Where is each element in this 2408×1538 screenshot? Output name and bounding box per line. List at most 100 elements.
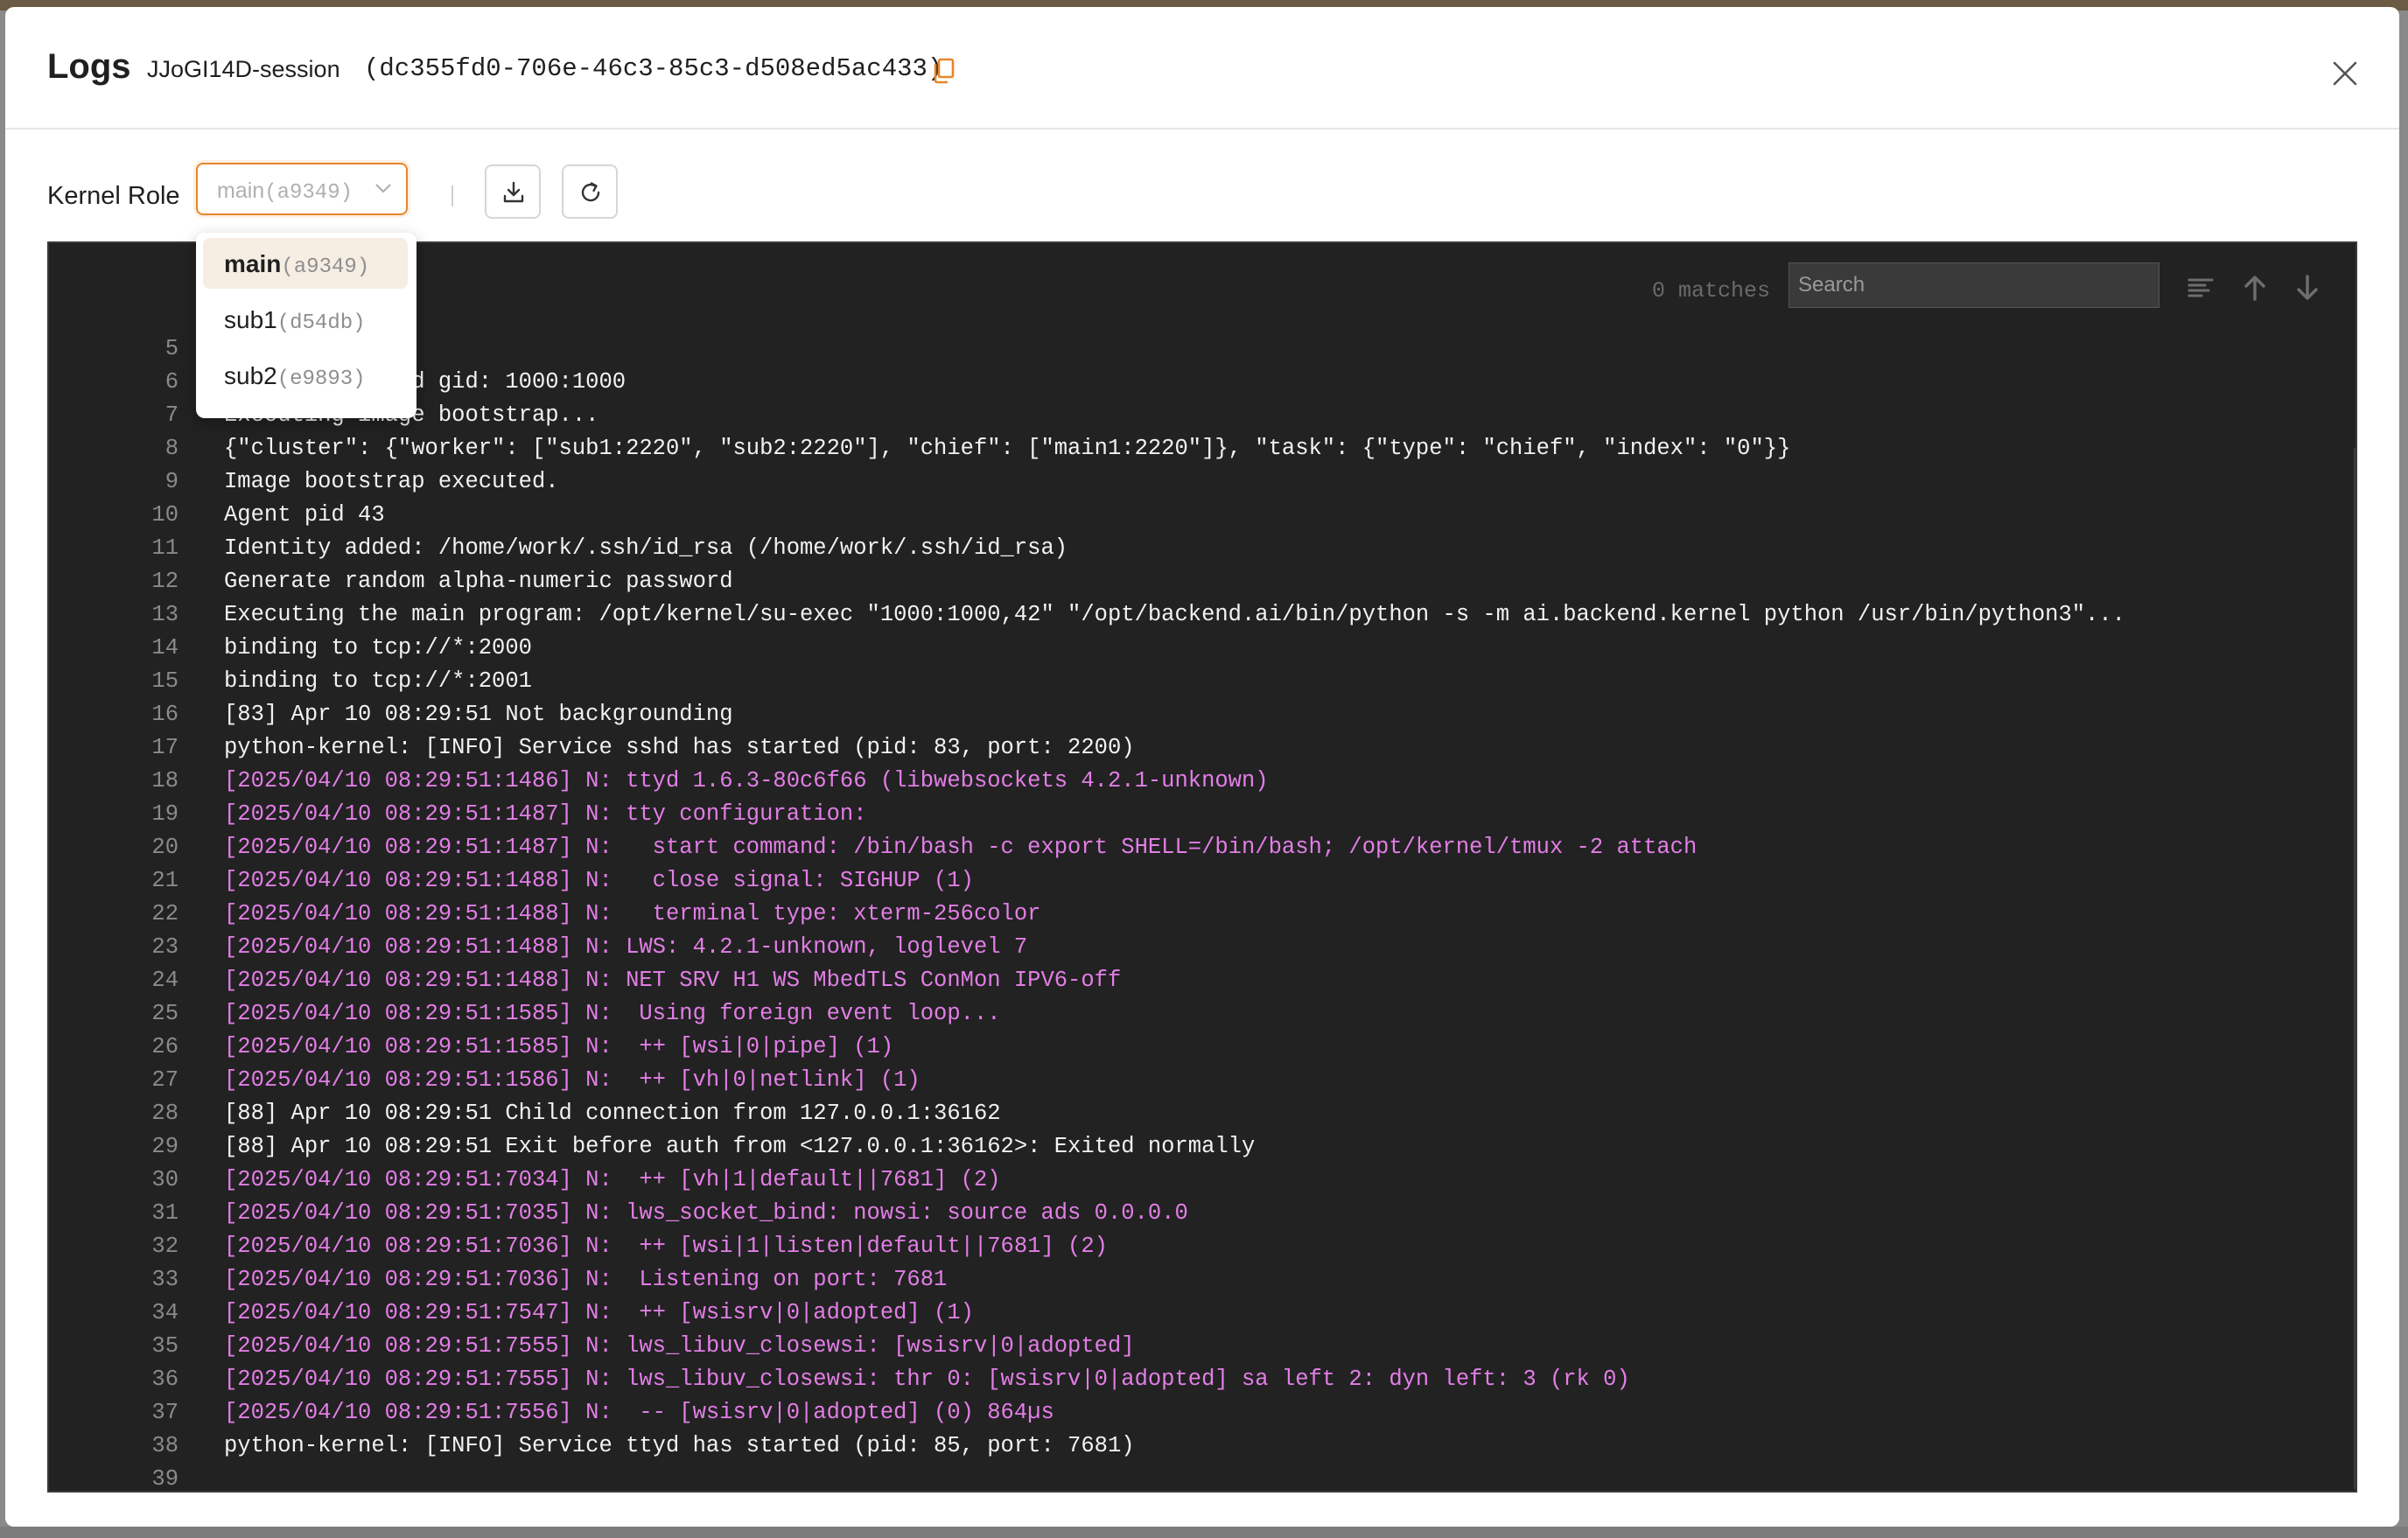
line-number: 34 (151, 1300, 178, 1325)
line-number: 13 (151, 602, 178, 627)
line-number: 19 (151, 801, 178, 827)
line-number: 24 (151, 968, 178, 993)
line-number: 29 (151, 1134, 178, 1159)
log-line: 38 python-kernel: [INFO] Service ttyd has… (49, 1430, 2350, 1463)
line-number: 32 (151, 1234, 178, 1259)
log-line: 16 [83] Apr 10 08:29:51 Not backgrounding (49, 698, 2350, 731)
log-line: 33 [2025/04/10 08:29:51:7036] N: Listenin… (49, 1263, 2350, 1297)
log-lines: 56Setting uid and gid: 1000:10007Executi… (49, 332, 2350, 1491)
log-line: 18 [2025/04/10 08:29:51:1486] N: ttyd 1.6… (49, 765, 2350, 798)
kernel-role-option-main[interactable]: main(a9349) (203, 238, 408, 289)
log-line: 37 [2025/04/10 08:29:51:7556] N: -- [wsis… (49, 1396, 2350, 1430)
line-number: 25 (151, 1001, 178, 1026)
selected-role-id: (a9349) (264, 181, 354, 205)
kernel-role-option-sub2[interactable]: sub2(e9893) (203, 350, 408, 401)
log-text: [2025/04/10 08:29:51:7556] N: -- [wsisrv… (224, 1400, 1054, 1425)
backdrop (0, 1527, 2408, 1538)
line-number: 6 (164, 369, 178, 395)
log-text: [83] Apr 10 08:29:51 Not backgrounding (224, 702, 733, 727)
modal-title: Logs (47, 47, 131, 86)
download-icon (503, 181, 524, 203)
option-id: (a9349) (281, 255, 370, 279)
log-line: 8 {"cluster": {"worker": ["sub1:2220", "s… (49, 432, 2350, 465)
log-viewer: 0 matches 56Setting uid and gid: 1000:10… (47, 241, 2357, 1493)
option-label: main(a9349) (224, 250, 369, 279)
line-number: 10 (151, 502, 178, 528)
log-line: 36 [2025/04/10 08:29:51:7555] N: lws_libu… (49, 1363, 2350, 1396)
log-text: [2025/04/10 08:29:51:1487] N: tty config… (224, 801, 867, 827)
option-id: (e9893) (276, 367, 366, 391)
log-text: [2025/04/10 08:29:51:7555] N: lws_libuv_… (224, 1333, 1135, 1359)
download-logs-button[interactable] (485, 164, 541, 219)
log-line: 30 [2025/04/10 08:29:51:7034] N: ++ [vh|1… (49, 1164, 2350, 1197)
line-number: 17 (151, 735, 178, 760)
log-text: Agent pid 43 (224, 502, 385, 528)
line-number: 16 (151, 702, 178, 727)
line-number: 38 (151, 1433, 178, 1458)
line-number: 33 (151, 1267, 178, 1292)
log-scrollbar[interactable] (2354, 448, 2356, 1489)
line-number: 36 (151, 1367, 178, 1392)
log-line: 14 binding to tcp://*:2000 (49, 632, 2350, 665)
line-number: 22 (151, 901, 178, 926)
log-line: 29 [88] Apr 10 08:29:51 Exit before auth … (49, 1130, 2350, 1164)
log-line: 31 [2025/04/10 08:29:51:7035] N: lws_sock… (49, 1197, 2350, 1230)
log-line: 26 [2025/04/10 08:29:51:1585] N: ++ [wsi|… (49, 1031, 2350, 1064)
log-line: 32 [2025/04/10 08:29:51:7036] N: ++ [wsi|… (49, 1230, 2350, 1263)
refresh-icon (581, 182, 600, 202)
kernel-role-label: Kernel Role (47, 182, 180, 210)
line-number: 37 (151, 1400, 178, 1425)
log-line: 17 python-kernel: [INFO] Service sshd has… (49, 731, 2350, 765)
line-number: 28 (151, 1101, 178, 1126)
option-label: sub2(e9893) (224, 362, 366, 391)
line-number: 14 (151, 635, 178, 661)
log-line: 10 Agent pid 43 (49, 499, 2350, 532)
line-number: 21 (151, 868, 178, 893)
log-line: 27 [2025/04/10 08:29:51:1586] N: ++ [vh|0… (49, 1064, 2350, 1097)
close-icon[interactable] (2331, 59, 2359, 87)
line-number: 20 (151, 835, 178, 860)
log-text: [2025/04/10 08:29:51:1488] N: NET SRV H1… (224, 968, 1122, 993)
line-number: 23 (151, 934, 178, 960)
log-search-input[interactable] (1788, 262, 2160, 308)
copy-icon[interactable] (933, 58, 956, 84)
format-lines-icon[interactable] (2186, 273, 2216, 303)
log-line: 21 [2025/04/10 08:29:51:1488] N: close si… (49, 864, 2350, 898)
search-match-count: 0 matches (1652, 278, 1771, 304)
logs-modal: Logs JJoGI14D-session (dc355fd0-706e-46c… (5, 7, 2399, 1527)
log-line: 13 Executing the main program: /opt/kerne… (49, 598, 2350, 632)
log-text: [2025/04/10 08:29:51:1488] N: close sign… (224, 868, 974, 893)
log-line: 12 Generate random alpha-numeric password (49, 565, 2350, 598)
refresh-logs-button[interactable] (562, 164, 618, 219)
log-text: [2025/04/10 08:29:51:7555] N: lws_libuv_… (224, 1367, 1630, 1392)
log-text: Identity added: /home/work/.ssh/id_rsa (… (224, 535, 1068, 561)
log-text: Image bootstrap executed. (224, 469, 559, 494)
log-text: python-kernel: [INFO] Service sshd has s… (224, 735, 1135, 760)
log-line: 28 [88] Apr 10 08:29:51 Child connection … (49, 1097, 2350, 1130)
kernel-role-selected-value: main(a9349) (217, 178, 353, 205)
line-number: 26 (151, 1034, 178, 1059)
line-number: 27 (151, 1067, 178, 1093)
toolbar-divider (452, 185, 453, 206)
log-text: [2025/04/10 08:29:51:1586] N: ++ [vh|0|n… (224, 1067, 920, 1093)
line-number: 12 (151, 569, 178, 594)
arrow-down-icon[interactable] (2292, 273, 2322, 303)
log-text: Executing the main program: /opt/kernel/… (224, 602, 2125, 627)
log-text: [2025/04/10 08:29:51:7547] N: ++ [wsisrv… (224, 1300, 974, 1325)
arrow-up-icon[interactable] (2240, 273, 2270, 303)
line-number: 35 (151, 1333, 178, 1359)
kernel-role-select[interactable]: main(a9349) (196, 163, 408, 215)
log-text: python-kernel: [INFO] Service ttyd has s… (224, 1433, 1135, 1458)
option-name: main (224, 250, 282, 277)
log-line: 15 binding to tcp://*:2001 (49, 665, 2350, 698)
log-text: binding to tcp://*:2001 (224, 668, 532, 694)
line-number: 9 (164, 469, 178, 494)
log-text: [88] Apr 10 08:29:51 Exit before auth fr… (224, 1134, 1256, 1159)
kernel-role-option-sub1[interactable]: sub1(d54db) (203, 294, 408, 345)
modal-header: Logs JJoGI14D-session (dc355fd0-706e-46c… (5, 7, 2399, 129)
line-number: 30 (151, 1167, 178, 1192)
log-text: [2025/04/10 08:29:51:7034] N: ++ [vh|1|d… (224, 1167, 1001, 1192)
log-text: [88] Apr 10 08:29:51 Child connection fr… (224, 1101, 1001, 1126)
log-text: [2025/04/10 08:29:51:7036] N: Listening … (224, 1267, 948, 1292)
chevron-down-icon (375, 184, 391, 193)
